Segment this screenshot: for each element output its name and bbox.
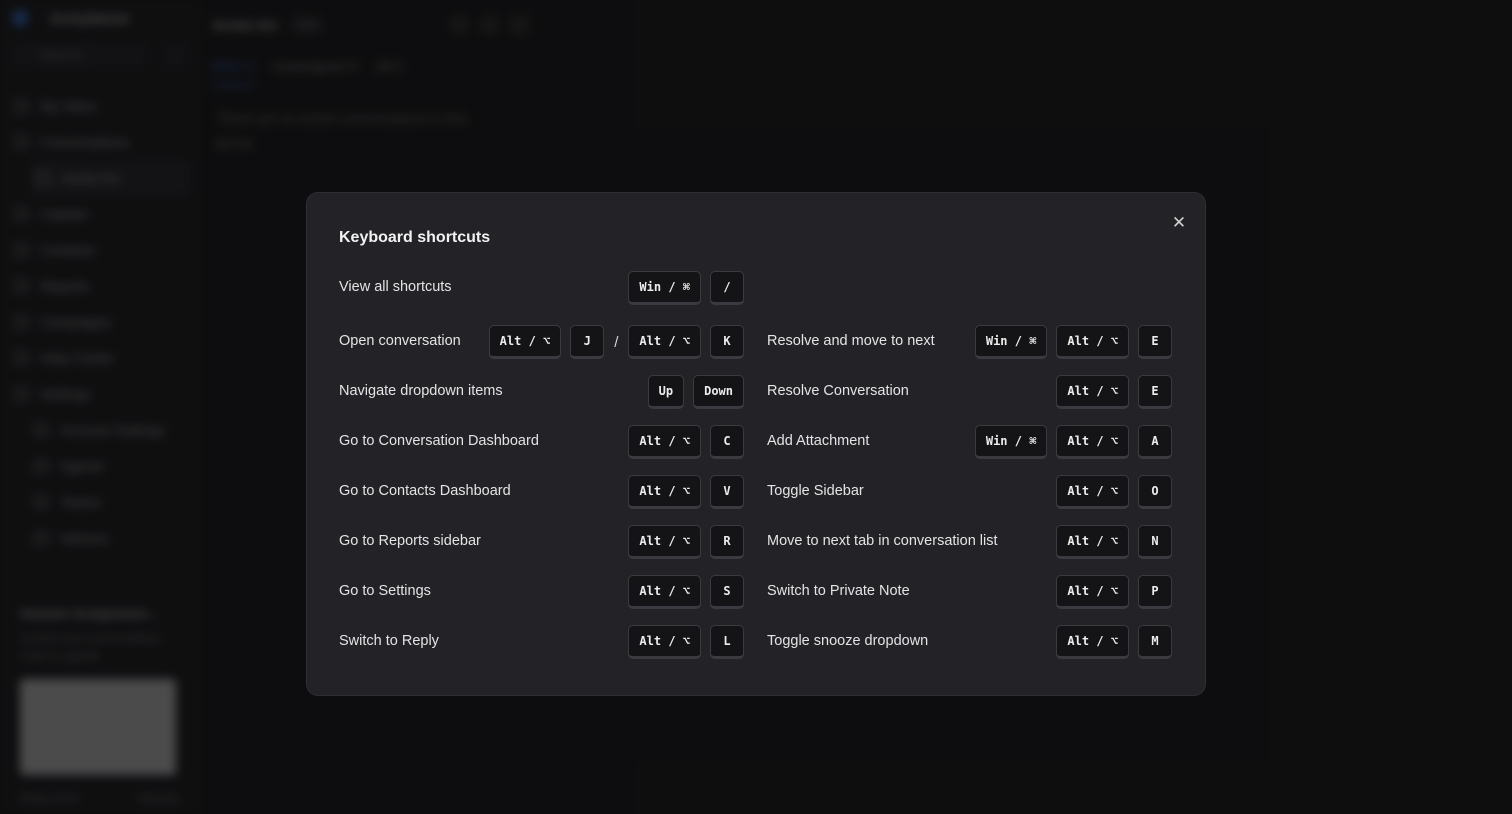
shortcut-label: Navigate dropdown items xyxy=(339,383,503,399)
keycap: N xyxy=(1138,525,1172,559)
keycap: Alt / ⌥ xyxy=(1056,625,1129,659)
shortcut-keys: Alt / ⌥ V xyxy=(628,475,744,509)
keyboard-shortcuts-modal: Keyboard shortcuts ✕ View all shortcuts W… xyxy=(306,192,1206,696)
shortcut-keys: Alt / ⌥ N xyxy=(1056,525,1172,559)
keycap: E xyxy=(1138,375,1172,409)
keycap: Win / ⌘ xyxy=(628,271,701,305)
keycap: Alt / ⌥ xyxy=(1056,375,1129,409)
shortcut-label: Go to Conversation Dashboard xyxy=(339,433,539,449)
shortcut-label: Move to next tab in conversation list xyxy=(767,533,998,549)
keycap: Alt / ⌥ xyxy=(488,325,562,359)
keycap: K xyxy=(710,325,744,359)
keycap: Alt / ⌥ xyxy=(628,575,701,609)
shortcut-keys: Alt / ⌥ S xyxy=(628,575,744,609)
keycap: O xyxy=(1138,475,1172,509)
shortcut-label: Resolve and move to next xyxy=(767,333,935,349)
keycap: Alt / ⌥ xyxy=(628,325,701,359)
close-icon: ✕ xyxy=(1171,213,1187,232)
keycap: Alt / ⌥ xyxy=(1056,325,1129,359)
modal-title: Keyboard shortcuts xyxy=(339,229,491,246)
shortcut-keys: Alt / ⌥ L xyxy=(628,625,744,659)
keycap: V xyxy=(710,475,744,509)
keycap: L xyxy=(710,625,744,659)
shortcut-label: Resolve Conversation xyxy=(767,383,909,399)
keycap: P xyxy=(1138,575,1172,609)
keycap: C xyxy=(710,425,744,459)
shortcut-label: Open conversation xyxy=(339,333,461,349)
keycap: Alt / ⌥ xyxy=(628,525,701,559)
keycap: Alt / ⌥ xyxy=(1056,575,1129,609)
keycap: A xyxy=(1138,425,1172,459)
keycap: Alt / ⌥ xyxy=(1056,425,1129,459)
keycap: M xyxy=(1138,625,1172,659)
keycap: Win / ⌘ xyxy=(974,425,1048,459)
shortcut-keys: Win / ⌘ / xyxy=(628,271,744,305)
shortcut-keys: Win / ⌘ Alt / ⌥ A xyxy=(974,425,1172,459)
keycap: Alt / ⌥ xyxy=(628,625,701,659)
shortcut-label: Go to Reports sidebar xyxy=(339,533,481,549)
keycap: Alt / ⌥ xyxy=(628,425,701,459)
shortcut-keys: Alt / ⌥ O xyxy=(1056,475,1172,509)
keycap: S xyxy=(710,575,744,609)
keycap: J xyxy=(570,325,605,359)
keycap: E xyxy=(1138,325,1172,359)
shortcut-keys: Alt / ⌥ E xyxy=(1056,375,1172,409)
shortcut-keys: Alt / ⌥ J / Alt / ⌥ K xyxy=(488,325,744,359)
keycap: Win / ⌘ xyxy=(974,325,1048,359)
keycap: Down xyxy=(693,375,744,409)
keycap: Up xyxy=(647,375,685,409)
shortcut-keys: Alt / ⌥ M xyxy=(1056,625,1172,659)
shortcut-keys: Alt / ⌥ P xyxy=(1056,575,1172,609)
shortcut-label: Add Attachment xyxy=(767,433,870,449)
keycap: / xyxy=(710,271,744,305)
keycap: Alt / ⌥ xyxy=(1056,475,1129,509)
shortcut-keys: Alt / ⌥ C xyxy=(628,425,744,459)
shortcut-label: View all shortcuts xyxy=(339,279,452,295)
shortcut-label: Go to Settings xyxy=(339,583,431,599)
shortcut-label: Toggle snooze dropdown xyxy=(767,633,929,649)
keycap: R xyxy=(710,525,744,559)
shortcut-keys: Alt / ⌥ R xyxy=(628,525,744,559)
close-button[interactable]: ✕ xyxy=(1167,211,1191,235)
key-separator: / xyxy=(614,333,619,351)
shortcut-label: Go to Contacts Dashboard xyxy=(339,483,511,499)
shortcut-label: Toggle Sidebar xyxy=(767,483,864,499)
shortcut-label: Switch to Private Note xyxy=(767,583,910,599)
shortcut-keys: Up Down xyxy=(647,375,744,409)
keycap: Alt / ⌥ xyxy=(1056,525,1129,559)
shortcut-keys: Win / ⌘ Alt / ⌥ E xyxy=(974,325,1172,359)
keycap: Alt / ⌥ xyxy=(628,475,701,509)
shortcut-label: Switch to Reply xyxy=(339,633,439,649)
